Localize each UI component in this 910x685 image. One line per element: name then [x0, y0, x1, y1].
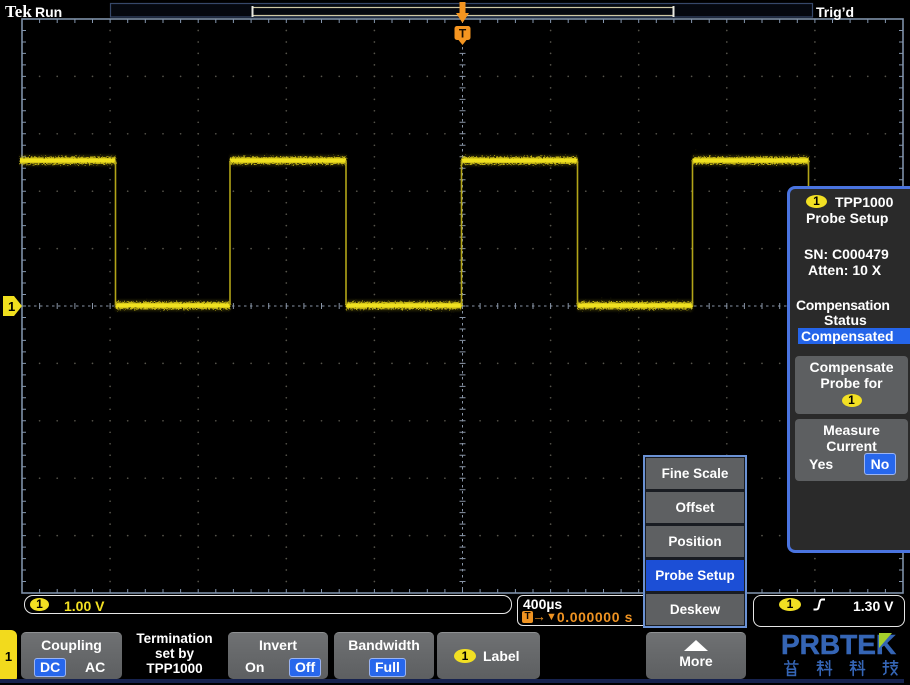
svg-text:T: T [459, 27, 467, 41]
svg-text:1: 1 [8, 299, 15, 314]
